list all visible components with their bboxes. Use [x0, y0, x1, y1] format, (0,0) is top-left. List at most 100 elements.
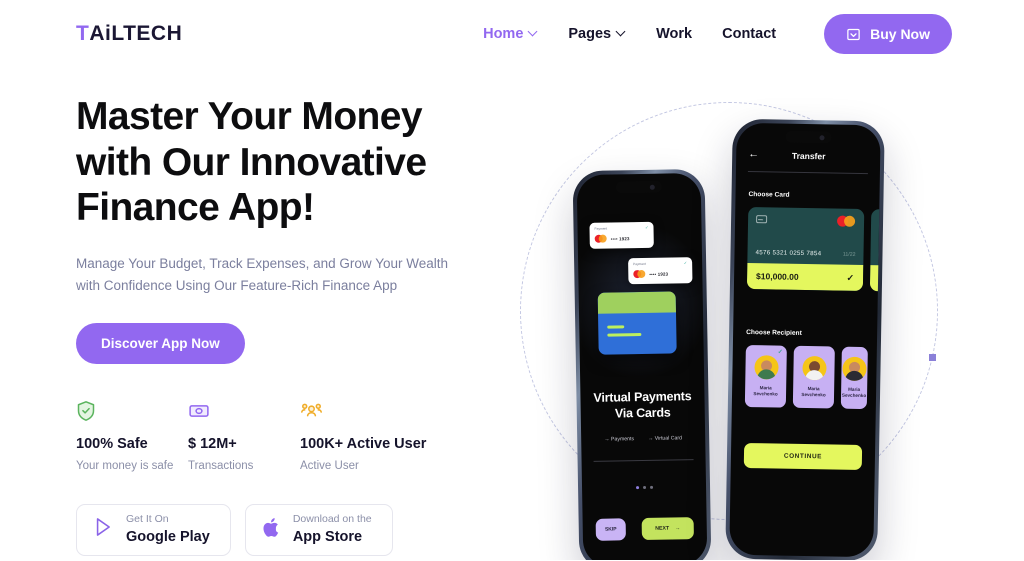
- nav-item-work[interactable]: Work: [656, 26, 692, 42]
- google-play-small: Get It On: [126, 513, 169, 526]
- card-amount-band: [869, 265, 881, 292]
- card-line-2: [607, 333, 642, 337]
- mastercard-icon: [633, 269, 646, 279]
- nav-item-contact[interactable]: Contact: [722, 26, 776, 42]
- app-store-big: App Store: [292, 528, 363, 545]
- google-play-text: Get It On Google Play: [126, 513, 210, 545]
- transfer-header: ← Transfer: [736, 148, 880, 163]
- recipient-list: ✓ Maria Sevchenko Maria Sevchenko Maria …: [744, 344, 868, 410]
- card-carousel: 4576 5321 0255 7854 11/22 $10,000.00 ✓: [746, 206, 881, 292]
- carousel-dots[interactable]: [582, 485, 706, 490]
- card-amount-band: $10,000.00 ✓: [746, 262, 864, 292]
- inbox-icon: [846, 27, 861, 42]
- site-header: T Ai LTECH Home Pages Work Contact Buy Now: [0, 0, 1024, 68]
- app-store-text: Download on the App Store: [293, 513, 372, 545]
- brand-logo[interactable]: T Ai LTECH: [76, 22, 182, 46]
- phone-notch: [615, 180, 662, 194]
- recipient-card[interactable]: Maria Sevchenko: [840, 346, 868, 410]
- transfer-title: Transfer: [791, 150, 826, 161]
- payment-mini-card: Payment ✓ •••• 1923: [628, 257, 693, 285]
- card-expiry: 11/22: [842, 251, 856, 258]
- mastercard-icon: [594, 234, 607, 243]
- banknote-icon: [188, 400, 300, 422]
- logo-suffix: LTECH: [111, 22, 183, 45]
- avatar: [801, 355, 827, 381]
- app-store-badge[interactable]: Download on the App Store: [244, 503, 393, 556]
- recipient-name-line1: Maria: [807, 386, 820, 392]
- recipient-name: Maria Sevchenko: [801, 386, 825, 399]
- check-icon: ✓: [846, 272, 855, 283]
- card-amount: $10,000.00: [756, 271, 799, 282]
- phone-left-title-line1: Virtual Payments: [593, 389, 692, 405]
- phone-right-screen: ← Transfer Choose Card 4576 5321 0255 78…: [729, 122, 881, 558]
- phone-left-screen: Payment ✓ •••• 1923 Payment ✓ •••• 1923: [576, 172, 708, 560]
- stat-transactions: $ 12M+ Transactions: [188, 400, 300, 472]
- page-title: Master Your Money with Our Innovative Fi…: [76, 95, 427, 230]
- choose-recipient-label: Choose Recipient: [746, 328, 802, 337]
- phone-notch: [785, 130, 832, 144]
- stat-label-transactions: Transactions: [188, 459, 254, 472]
- check-icon: ✓: [683, 260, 688, 266]
- check-icon: ✓: [645, 224, 649, 230]
- continue-button[interactable]: CONTINUE: [743, 442, 863, 471]
- recipient-name-line1: Maria: [848, 386, 861, 392]
- mastercard-icon: [836, 215, 856, 227]
- check-icon: ✓: [777, 349, 783, 356]
- mini-card-number: •••• 1923: [610, 235, 630, 242]
- next-button[interactable]: NEXT →: [641, 517, 694, 541]
- chip-icon: [756, 215, 768, 224]
- choose-card-label: Choose Card: [748, 190, 790, 199]
- phone-mockup-right: ← Transfer Choose Card 4576 5321 0255 78…: [725, 118, 885, 560]
- phone-left-title: Virtual Payments Via Cards: [580, 388, 705, 422]
- chevron-down-icon: [529, 28, 538, 37]
- phone-left-actions: SKIP NEXT →: [595, 517, 694, 541]
- card-body: [870, 209, 880, 266]
- buy-now-button[interactable]: Buy Now: [824, 14, 952, 54]
- divider: [747, 170, 868, 175]
- recipient-card[interactable]: Maria Sevchenko: [792, 345, 835, 409]
- shield-check-icon: [76, 400, 188, 422]
- main-nav: Home Pages Work Contact Buy Now: [483, 14, 952, 54]
- arrow-left-icon[interactable]: ←: [748, 148, 759, 160]
- stat-label-active-users: Active User: [300, 459, 359, 472]
- recipient-name: Maria Sevchenko: [753, 385, 777, 398]
- nav-label-contact: Contact: [722, 26, 777, 42]
- recipient-name-line1: Maria: [759, 385, 772, 391]
- logo-prefix: T: [76, 22, 90, 45]
- google-play-icon: [93, 516, 115, 543]
- phone-left-title-line2: Via Cards: [614, 405, 671, 421]
- avatar: [753, 355, 779, 380]
- app-store-small: Download on the: [292, 513, 372, 526]
- stat-label-safe: Your money is safe: [76, 459, 174, 472]
- step-virtual-card: → Virtual Card: [648, 435, 683, 442]
- users-group-icon: [300, 400, 426, 422]
- nav-item-pages[interactable]: Pages: [568, 26, 626, 42]
- card-line-1: [607, 325, 625, 329]
- stat-value-safe: 100% Safe: [76, 435, 148, 452]
- stat-value-active-users: 100K+ Active User: [300, 435, 427, 452]
- mini-card-number: •••• 1923: [649, 271, 669, 277]
- recipient-card[interactable]: ✓ Maria Sevchenko: [744, 344, 787, 408]
- arrow-right-icon: →: [675, 525, 681, 532]
- phone-left-steps: → Payments → Virtual Card: [581, 435, 705, 443]
- discover-app-button[interactable]: Discover App Now: [76, 322, 245, 364]
- nav-label-home: Home: [483, 26, 524, 42]
- google-play-badge[interactable]: Get It On Google Play: [76, 503, 231, 556]
- divider: [593, 459, 694, 462]
- nav-item-home[interactable]: Home: [483, 26, 538, 42]
- transfer-card[interactable]: 4576 5321 0255 7854 11/22 $10,000.00 ✓: [746, 206, 865, 292]
- avatar: [842, 356, 867, 382]
- nav-label-work: Work: [656, 26, 693, 42]
- transfer-card-next[interactable]: [869, 209, 881, 292]
- payment-mini-card: Payment ✓ •••• 1923: [589, 221, 654, 249]
- hero-subtitle: Manage Your Budget, Track Expenses, and …: [76, 255, 448, 293]
- logo-mid: Ai: [89, 22, 112, 45]
- card-top-band: [597, 291, 676, 314]
- decorative-square-dot: [929, 354, 936, 361]
- mini-card-caption: Payment: [594, 226, 608, 231]
- recipient-name-line2: Sevchenko: [841, 392, 867, 399]
- recipient-name: Maria Sevchenko: [842, 387, 866, 400]
- chevron-down-icon: [617, 28, 626, 37]
- skip-button[interactable]: SKIP: [595, 518, 626, 541]
- google-play-big: Google Play: [126, 528, 210, 545]
